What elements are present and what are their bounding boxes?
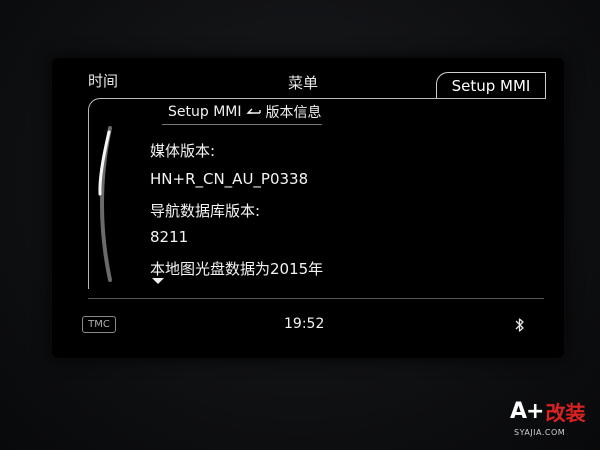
nav-db-label: 导航数据库版本: xyxy=(150,202,261,220)
tab-time[interactable]: 时间 xyxy=(88,70,118,91)
tab-setup-label: Setup MMI xyxy=(451,77,531,95)
logo-url: SYAJIA.COM xyxy=(514,428,566,437)
watermark-logo: A+ 改装 SYAJIA.COM xyxy=(510,396,596,446)
mmi-screen: 时间 菜单 Setup MMI Setup MMI 版本信息 媒体版本: HN+… xyxy=(52,58,564,358)
map-disc-text: 本地图光盘数据为2015年 xyxy=(150,260,324,278)
breadcrumb[interactable]: Setup MMI 版本信息 xyxy=(168,102,322,122)
nav-db-value: 8211 xyxy=(150,228,189,246)
logo-brand: A+ xyxy=(510,398,544,424)
bluetooth-icon xyxy=(515,318,524,332)
status-clock: 19:52 xyxy=(284,316,325,332)
title-underline xyxy=(162,124,322,125)
media-version-label: 媒体版本: xyxy=(150,142,216,160)
logo-mark: A+ 改装 xyxy=(510,396,596,426)
back-arrow-icon xyxy=(245,107,262,117)
tab-setup-mmi[interactable]: Setup MMI xyxy=(436,72,546,99)
scroll-arc-icon xyxy=(98,126,112,282)
breadcrumb-current: 版本信息 xyxy=(265,105,322,121)
tmc-label: TMC xyxy=(88,319,110,330)
tab-menu[interactable]: 菜单 xyxy=(288,72,318,93)
breadcrumb-parent: Setup MMI xyxy=(168,104,242,120)
media-version-value: HN+R_CN_AU_P0338 xyxy=(150,170,309,188)
tmc-badge: TMC xyxy=(82,316,116,333)
logo-brand-cn: 改装 xyxy=(545,400,586,425)
status-divider xyxy=(88,298,544,299)
scroll-down-icon[interactable] xyxy=(152,278,164,284)
